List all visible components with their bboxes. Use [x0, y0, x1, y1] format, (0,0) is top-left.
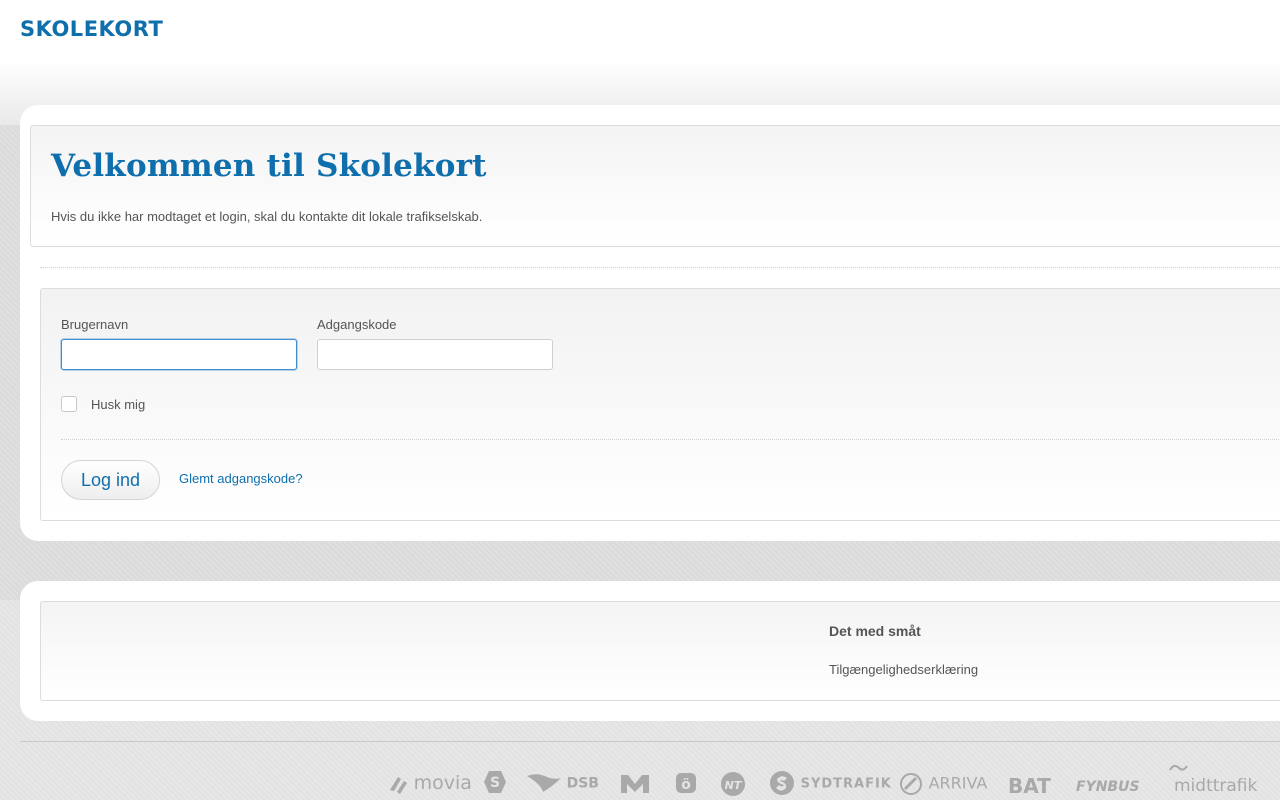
arriva-icon — [900, 773, 922, 795]
s-train-icon: S — [484, 771, 506, 793]
remember-me-checkbox[interactable] — [61, 396, 77, 412]
metro-icon — [621, 775, 649, 793]
password-field[interactable] — [317, 339, 553, 370]
nt-icon: NT — [721, 772, 745, 796]
metro-logo — [620, 772, 650, 794]
skolekort-logo[interactable]: SKOLEKORT — [20, 17, 163, 41]
arriva-label: ARRIVA — [928, 773, 988, 793]
footer-panel: Det med småt Tilgængelighedserklæring — [40, 601, 1280, 701]
fynbus-label: FYNBUS — [1076, 779, 1140, 795]
sydtrafik-label: SYDTRAFIK — [800, 776, 892, 792]
page-title: Velkommen til Skolekort — [51, 148, 487, 184]
bornholm-icon: ö — [676, 773, 696, 793]
intro-text: Hvis du ikke har modtaget et login, skal… — [51, 209, 483, 224]
login-button[interactable]: Log ind — [61, 460, 160, 500]
sydtrafik-logo: SYDTRAFIK — [769, 770, 892, 796]
svg-text:ö: ö — [681, 777, 691, 793]
remember-me-label[interactable]: Husk mig — [91, 397, 145, 412]
movia-icon — [390, 776, 407, 794]
dsb-logo: DSB — [527, 772, 599, 794]
divider — [40, 267, 1280, 268]
footer-heading: Det med småt — [829, 623, 921, 639]
footer-card: Det med småt Tilgængelighedserklæring — [20, 581, 1280, 721]
login-form: Brugernavn Adgangskode Husk mig Log ind … — [40, 288, 1280, 521]
sydtrafik-icon — [770, 771, 794, 795]
dsb-label: DSB — [566, 775, 599, 792]
movia-label: movia — [413, 772, 472, 794]
forgot-password-link[interactable]: Glemt adgangskode? — [179, 471, 303, 486]
login-card: Velkommen til Skolekort Hvis du ikke har… — [20, 105, 1280, 541]
intro-panel: Velkommen til Skolekort Hvis du ikke har… — [30, 125, 1280, 247]
movia-logo: movia — [388, 772, 472, 796]
accessibility-statement-link[interactable]: Tilgængelighedserklæring — [829, 662, 978, 677]
s-train-logo: S — [483, 770, 507, 794]
form-divider — [61, 439, 1280, 440]
midttrafik-label: midttrafik — [1174, 776, 1258, 796]
nt-logo: NT — [719, 771, 747, 797]
username-field[interactable] — [61, 339, 297, 370]
footer-rule — [20, 741, 1280, 742]
svg-text:NT: NT — [725, 779, 743, 792]
dsb-wing-icon — [527, 774, 561, 792]
svg-text:S: S — [490, 775, 500, 791]
password-label: Adgangskode — [317, 317, 397, 332]
bornholm-logo: ö — [675, 772, 697, 794]
bat-logo: BAT — [1008, 774, 1051, 798]
partner-logos: movia S DSB ö NT SYDTRAFIK ARRIVA BAT FY… — [0, 760, 1280, 800]
fynbus-logo: FYNBUS — [1076, 776, 1140, 795]
username-label: Brugernavn — [61, 317, 129, 332]
bat-label: BAT — [1008, 774, 1051, 798]
arriva-logo: ARRIVA — [899, 772, 987, 796]
